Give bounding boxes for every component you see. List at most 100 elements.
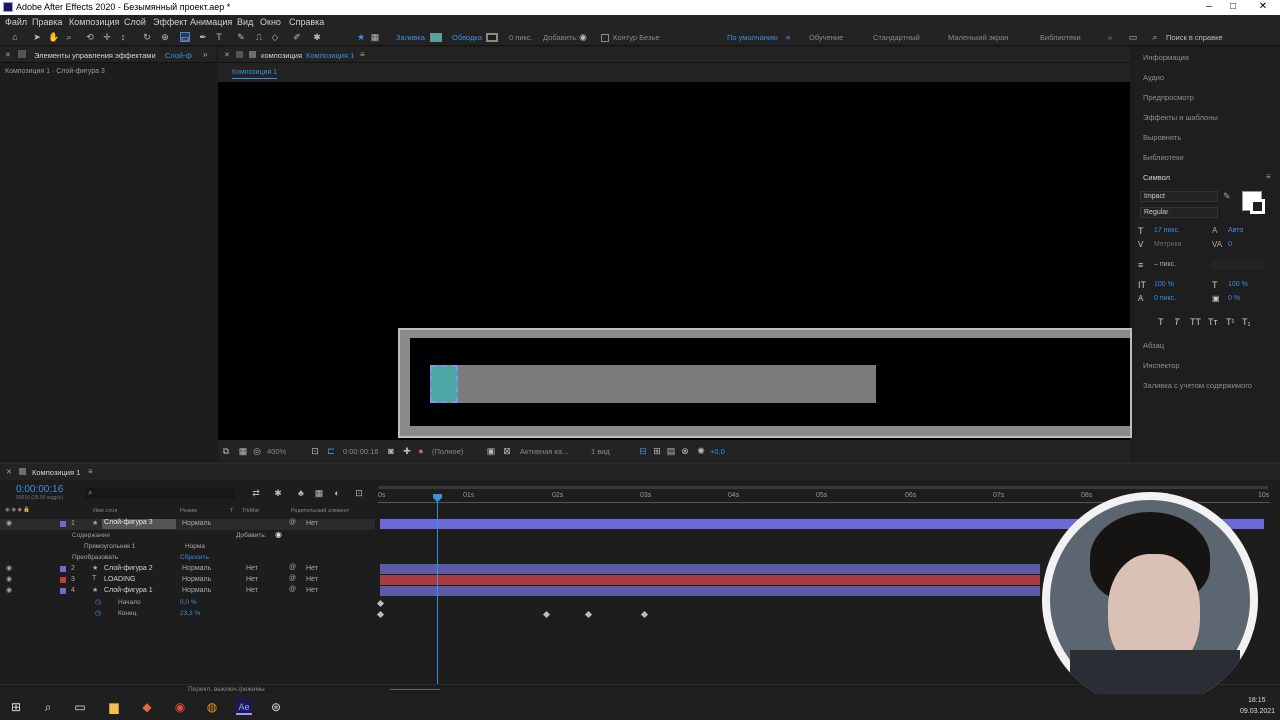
keyframe-diamond[interactable] <box>584 610 593 619</box>
layer-parent-dropdown[interactable]: Нет <box>306 565 318 572</box>
layer-row-1[interactable]: ◉ 1 ★ Слой-фигура 3 Нормаль @ Нет <box>0 519 375 530</box>
fit-icon[interactable]: ⊡ <box>310 446 320 456</box>
pen-tool-icon[interactable]: ✒ <box>198 32 208 42</box>
fill-label[interactable]: Заливка <box>396 33 425 42</box>
menu-animation[interactable]: Анимация <box>190 17 232 27</box>
views-dropdown[interactable]: 1 вид <box>591 447 610 456</box>
comp-mini-flowchart-icon[interactable]: ⇄ <box>251 488 261 498</box>
close-tab-icon[interactable]: ✕ <box>5 51 11 59</box>
app-icon[interactable]: ◆ <box>139 699 155 715</box>
baseline-value[interactable]: 0 пикс. <box>1154 295 1176 302</box>
add-circle-icon[interactable]: ◉ <box>578 32 588 42</box>
panel-expand-icon[interactable]: » <box>203 50 207 59</box>
libraries-panel-tab[interactable]: Библиотеки <box>1143 153 1184 162</box>
layer-label-color[interactable] <box>60 521 66 527</box>
maximize-button[interactable]: □ <box>1226 1 1240 13</box>
close-timeline-icon[interactable]: ✕ <box>6 468 12 476</box>
search-icon[interactable]: ⌕ <box>40 699 56 715</box>
visibility-eye-icon[interactable]: ◉ <box>6 586 12 594</box>
trim-end-value[interactable]: 23,3 % <box>180 610 200 617</box>
playhead-line[interactable] <box>437 494 438 684</box>
paragraph-panel-tab[interactable]: Абзац <box>1143 341 1164 350</box>
menu-effect[interactable]: Эффект <box>153 17 187 27</box>
workspace-learn[interactable]: Обучение <box>809 33 843 42</box>
font-style-dropdown[interactable]: Regular <box>1140 207 1218 218</box>
stroke-label[interactable]: Обводка <box>452 33 482 42</box>
help-search-input[interactable]: Поиск в справке <box>1166 33 1223 42</box>
transform-group[interactable]: Преобразовать <box>72 554 118 561</box>
after-effects-taskbar-icon[interactable]: Ae <box>236 699 252 715</box>
layer-parent-dropdown[interactable]: Нет <box>306 587 318 594</box>
layer-trkmat-dropdown[interactable]: Нет <box>246 576 258 583</box>
flowchart-icon[interactable]: ⊗ <box>680 446 690 456</box>
vertical-scale-value[interactable]: 100 % <box>1154 281 1174 288</box>
graph-editor-icon[interactable]: ⊡ <box>354 488 364 498</box>
selection-tool-icon[interactable]: ➤ <box>32 32 42 42</box>
keyframe-diamond[interactable] <box>542 610 551 619</box>
grid-icon[interactable]: ▦ <box>238 446 248 456</box>
layer-name[interactable]: Слой-фигура 3 <box>102 519 176 529</box>
show-snapshot-icon[interactable]: ✚ <box>402 446 412 456</box>
menu-layer[interactable]: Слой <box>124 17 146 27</box>
timeline-tab[interactable]: Композиция 1 <box>32 468 80 477</box>
comp-lock-icon[interactable] <box>236 51 243 58</box>
star-snap-icon[interactable]: ★ <box>356 32 366 42</box>
layer-bar-3[interactable] <box>380 575 1040 585</box>
parent-pickwhip-icon[interactable]: @ <box>289 564 296 571</box>
always-preview-icon[interactable]: ⧉ <box>221 446 231 456</box>
sync-icon[interactable]: ▭ <box>1128 32 1138 42</box>
layer-label-color[interactable] <box>60 566 66 572</box>
type-tool-icon[interactable]: T <box>214 32 224 42</box>
effect-controls-tab[interactable]: Элементы управления эффектами <box>34 51 156 60</box>
browser-icon[interactable]: ◍ <box>204 699 220 715</box>
brush-tool-icon[interactable]: ✎ <box>236 32 246 42</box>
visibility-eye-icon[interactable]: ◉ <box>6 564 12 572</box>
effect-controls-layer-link[interactable]: Слой-ф <box>165 51 192 60</box>
eyedropper-icon[interactable]: ✎ <box>1223 191 1231 202</box>
fast-preview-icon[interactable]: ⊞ <box>652 446 662 456</box>
leading-value[interactable]: Авто <box>1228 227 1243 234</box>
stopwatch-icon[interactable]: ◷ <box>95 598 101 606</box>
menu-composition[interactable]: Композиция <box>69 17 119 27</box>
stroke-width-value[interactable]: 0 пикс. <box>509 33 533 42</box>
eraser-tool-icon[interactable]: ◇ <box>270 32 280 42</box>
layer-name[interactable]: Слой-фигура 1 <box>104 587 153 594</box>
color-channel-icon[interactable]: ● <box>416 446 426 456</box>
font-family-dropdown[interactable]: Impact <box>1140 191 1218 202</box>
exposure-value[interactable]: +0,0 <box>710 447 725 456</box>
workspace-menu-icon[interactable]: ≡ <box>786 33 790 42</box>
puppet-tool-icon[interactable]: ✱ <box>312 32 322 42</box>
workspace-libraries[interactable]: Библиотеки <box>1040 33 1081 42</box>
clone-tool-icon[interactable]: ⎍ <box>254 32 264 42</box>
home-icon[interactable]: ⌂ <box>10 32 20 42</box>
composition-viewer[interactable] <box>218 82 1132 440</box>
layer-parent-dropdown[interactable]: Нет <box>306 520 318 527</box>
timecode-display[interactable]: 0:00:00:16 <box>16 484 63 495</box>
zoom-dropdown[interactable]: 400% <box>267 447 286 456</box>
visibility-eye-icon[interactable]: ◉ <box>6 575 12 583</box>
rectangle-tool-icon[interactable]: ▭ <box>180 32 190 43</box>
layer-name[interactable]: LOADING <box>104 576 136 583</box>
trim-start-value[interactable]: 0,0 % <box>180 599 197 606</box>
mask-visibility-icon[interactable]: ◎ <box>252 446 262 456</box>
keyframe-diamond[interactable] <box>376 599 385 608</box>
workspace-standard[interactable]: Стандартный <box>873 33 920 42</box>
close-comp-tab-icon[interactable]: ✕ <box>224 51 230 59</box>
info-panel-tab[interactable]: Информация <box>1143 53 1189 62</box>
workspace-small-screen[interactable]: Маленький экран <box>948 33 1008 42</box>
character-menu-icon[interactable]: ≡ <box>1266 172 1271 181</box>
region-icon[interactable]: ⊏ <box>326 446 336 456</box>
stroke-color-swatch[interactable] <box>486 33 498 42</box>
panel-lock-icon[interactable] <box>18 50 26 58</box>
pan-tool-icon[interactable]: ✛ <box>102 32 112 42</box>
timeline-menu-icon[interactable]: ≡ <box>88 467 93 476</box>
menu-view[interactable]: Вид <box>237 17 253 27</box>
snapshot-icon[interactable]: ◙ <box>386 446 396 456</box>
layer-row-3[interactable]: ◉ 3 T LOADING Нормаль Нет @ Нет <box>0 575 375 586</box>
faux-bold-button[interactable]: T <box>1158 317 1164 327</box>
parent-pickwhip-icon[interactable]: @ <box>289 575 296 582</box>
file-explorer-icon[interactable]: ▆ <box>106 699 122 715</box>
add-dropdown[interactable]: Добавить: <box>543 33 578 42</box>
layer-row-4[interactable]: ◉ 4 ★ Слой-фигура 1 Нормаль Нет @ Нет <box>0 586 375 597</box>
steam-icon[interactable]: ⊛ <box>268 699 284 715</box>
